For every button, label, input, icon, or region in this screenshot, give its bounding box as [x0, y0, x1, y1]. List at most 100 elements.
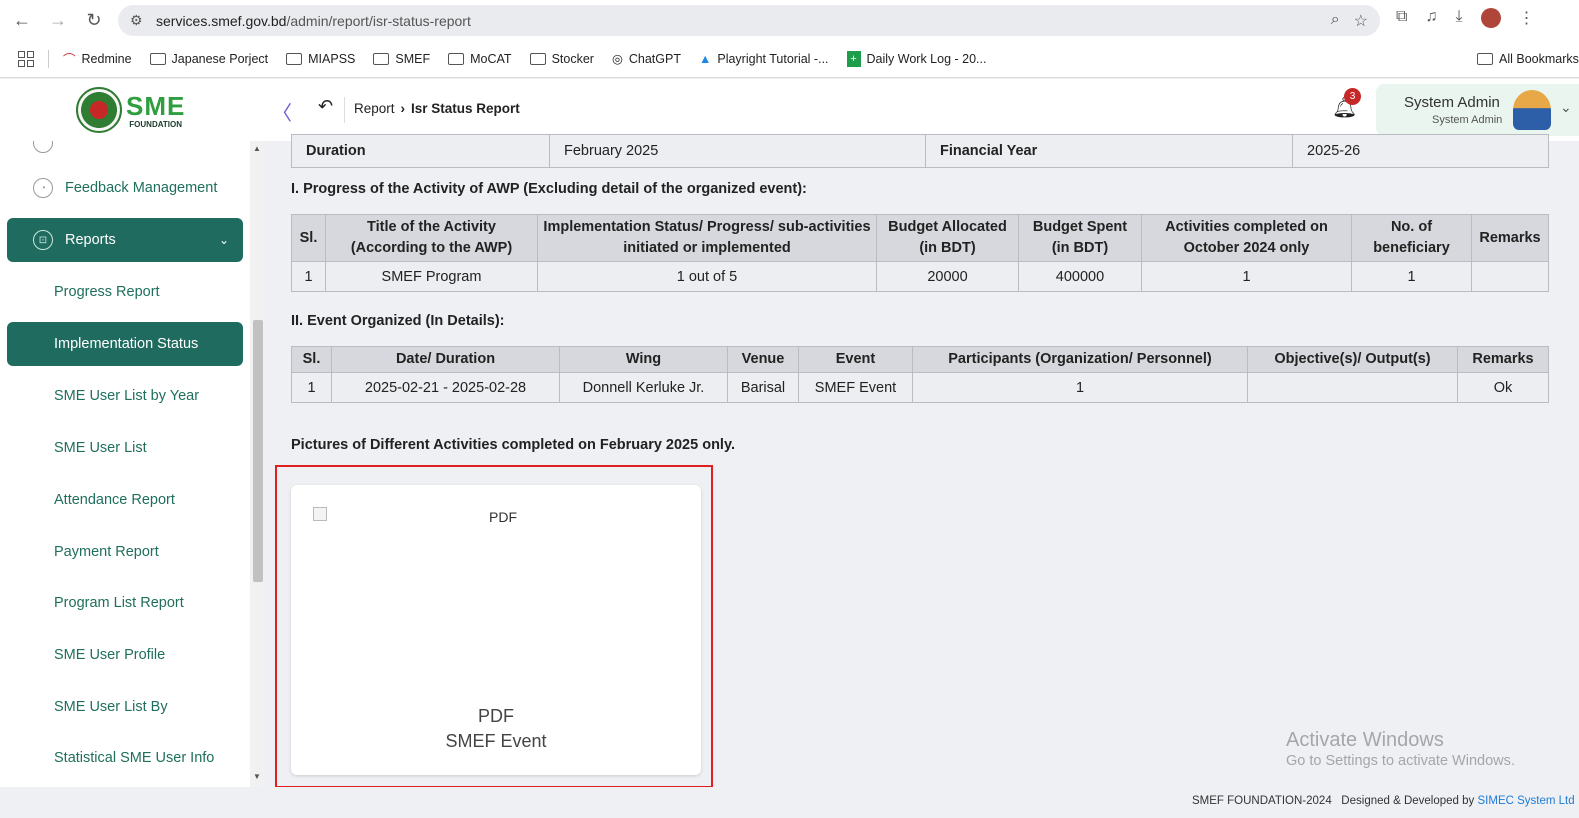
duration-table-wrapper: Duration February 2025 Financial Year 20… [291, 134, 1549, 168]
column-header: Title of the Activity (According to the … [325, 214, 538, 262]
folder-icon [373, 52, 390, 65]
image-alt-text: PDF [489, 509, 517, 525]
activate-windows-subtitle: Go to Settings to activate Windows. [1286, 753, 1515, 769]
events-table-wrapper: Sl. Date/ Duration Wing Venue Event Part… [291, 346, 1549, 403]
browser-toolbar: ← → ↻ ⚙ services.smef.gov.bd/admin/repor… [0, 0, 1579, 40]
table-row: 1 2025-02-21 - 2025-02-28 Donnell Kerluk… [291, 372, 1549, 403]
chevron-down-icon: ⌄ [218, 233, 229, 247]
bookmark-miapss[interactable]: MIAPSS [286, 52, 355, 66]
lock-icon: ⊡ [33, 230, 53, 250]
table-cell: 1 [1141, 261, 1352, 292]
column-header: Participants (Organization/ Personnel) [912, 346, 1248, 373]
events-table: Sl. Date/ Duration Wing Venue Event Part… [291, 346, 1549, 403]
folder-icon [286, 52, 303, 65]
forward-arrow-icon[interactable]: → [40, 2, 76, 38]
sidebar-scroll-thumb[interactable] [253, 320, 263, 582]
sidebar-item-sme-user-list[interactable]: SME User List [7, 426, 243, 470]
column-header: Remarks [1471, 214, 1549, 262]
sidebar-item-sme-user-list-by-year[interactable]: SME User List by Year [7, 374, 243, 418]
table-cell [1471, 261, 1549, 292]
bookmark-mocat[interactable]: MoCAT [448, 52, 512, 66]
table-row: 1 SMEF Program 1 out of 5 20000 400000 1… [291, 261, 1549, 292]
table-cell: Donnell Kerluke Jr. [559, 372, 728, 403]
extensions-icon[interactable]: ⧉ [1396, 8, 1407, 28]
download-icon[interactable]: ⤓ [1455, 8, 1462, 28]
sidebar-item-reports[interactable]: ⊡ Reports ⌄ [7, 218, 243, 262]
app-header: SME FOUNDATION 〈 ↶ Report › Isr Status R… [0, 79, 1579, 141]
bookmark-stocker[interactable]: Stocker [529, 52, 594, 66]
duration-value: February 2025 [549, 134, 926, 168]
activity-image[interactable]: PDF [313, 507, 693, 697]
folder-icon [448, 52, 465, 65]
table-cell: Ok [1457, 372, 1549, 403]
circle-icon [33, 141, 53, 153]
address-bar[interactable]: ⚙ services.smef.gov.bd/admin/report/isr-… [118, 5, 1380, 36]
sidebar: ◔ Feedback Management ⊡ Reports ⌄ Progre… [0, 141, 250, 787]
chevron-down-icon[interactable]: ⌄ [1560, 99, 1572, 116]
scroll-down-icon[interactable]: ▼ [253, 772, 261, 781]
sidebar-collapse-icon[interactable]: 〈 [272, 97, 292, 126]
user-menu[interactable]: System Admin System Admin ⌄ [1376, 84, 1579, 136]
sheets-icon: + [846, 50, 861, 67]
sidebar-item-implementation-status[interactable]: Implementation Status [7, 322, 243, 366]
sidebar-item-attendance-report[interactable]: Attendance Report [7, 478, 243, 522]
bookmark-daily-work-log[interactable]: + Daily Work Log - 20... [846, 50, 986, 67]
profile-avatar-icon[interactable] [1480, 8, 1501, 28]
bookmark-chatgpt[interactable]: ◎ ChatGPT [611, 51, 681, 67]
reload-icon[interactable]: ↻ [76, 2, 112, 38]
sidebar-item-partial[interactable] [7, 141, 243, 165]
feedback-icon: ◔ [33, 178, 53, 198]
financial-year-label: Financial Year [925, 134, 1293, 168]
sidebar-item-feedback[interactable]: ◔ Feedback Management [7, 166, 243, 210]
undo-back-icon[interactable]: ↶ [318, 96, 333, 117]
column-header: Venue [727, 346, 799, 373]
table-cell: 400000 [1018, 261, 1142, 292]
table-cell: SMEF Event [798, 372, 913, 403]
star-icon[interactable]: ☆ [1354, 11, 1368, 31]
user-name: System Admin [1404, 94, 1500, 111]
bookmarks-bar: ⌒ Redmine Japanese Porject MIAPSS SMEF Mo… [0, 40, 1579, 78]
sidebar-item-sme-user-profile[interactable]: SME User Profile [7, 633, 243, 677]
bookmark-smef[interactable]: SMEF [373, 52, 430, 66]
card-event-name: SMEF Event [445, 731, 547, 751]
bookmark-playright[interactable]: ▲ Playright Tutorial -... [699, 52, 829, 66]
table-cell: 1 out of 5 [537, 261, 877, 292]
sidebar-item-sme-user-list-by[interactable]: SME User List By [7, 685, 243, 729]
scroll-up-icon[interactable]: ▲ [253, 144, 261, 153]
breadcrumb-report[interactable]: Report [354, 101, 395, 116]
government-seal-icon [76, 87, 122, 133]
table-cell [1247, 372, 1458, 403]
bookmark-japanese-porject[interactable]: Japanese Porject [149, 52, 268, 66]
table-cell: 1 [291, 372, 332, 403]
sidebar-item-label: Reports [65, 232, 116, 248]
sidebar-item-payment-report[interactable]: Payment Report [7, 530, 243, 574]
table-cell: 1 [1351, 261, 1472, 292]
site-settings-icon[interactable]: ⚙ [130, 12, 156, 29]
media-icon[interactable]: ♫ [1425, 8, 1437, 28]
breadcrumb: Report › Isr Status Report [354, 101, 520, 116]
back-arrow-icon[interactable]: ← [4, 2, 40, 38]
chatgpt-icon: ◎ [611, 52, 623, 66]
sidebar-item-statistical-sme-user-info[interactable]: Statistical SME User Info [7, 736, 243, 780]
menu-dots-icon[interactable]: ⋮ [1519, 8, 1535, 28]
zoom-icon[interactable]: ⌕ [1331, 11, 1340, 31]
redmine-icon: ⌒ [63, 53, 76, 67]
column-header: Sl. [291, 346, 332, 373]
column-header: Remarks [1457, 346, 1549, 373]
sme-foundation-logo[interactable]: SME FOUNDATION [76, 87, 185, 133]
sidebar-item-label: Feedback Management [65, 180, 218, 196]
footer-link[interactable]: SIMEC System Ltd [1478, 795, 1575, 807]
activate-windows-title: Activate Windows [1286, 729, 1444, 751]
financial-year-value: 2025-26 [1292, 134, 1549, 168]
bookmark-all-bookmarks[interactable]: All Bookmarks [1477, 52, 1579, 66]
avatar [1513, 90, 1551, 130]
apps-grid-icon[interactable] [18, 50, 34, 67]
activity-picture-card[interactable]: PDF PDF SMEF Event [291, 485, 701, 775]
sidebar-item-program-list-report[interactable]: Program List Report [7, 581, 243, 625]
bookmark-redmine[interactable]: ⌒ Redmine [63, 49, 132, 68]
column-header: Budget Allocated (in BDT) [876, 214, 1019, 262]
sidebar-item-progress-report[interactable]: Progress Report [7, 270, 243, 314]
drive-icon: ▲ [698, 51, 712, 66]
column-header: Budget Spent (in BDT) [1018, 214, 1142, 262]
column-header: Implementation Status/ Progress/ sub-act… [537, 214, 877, 262]
